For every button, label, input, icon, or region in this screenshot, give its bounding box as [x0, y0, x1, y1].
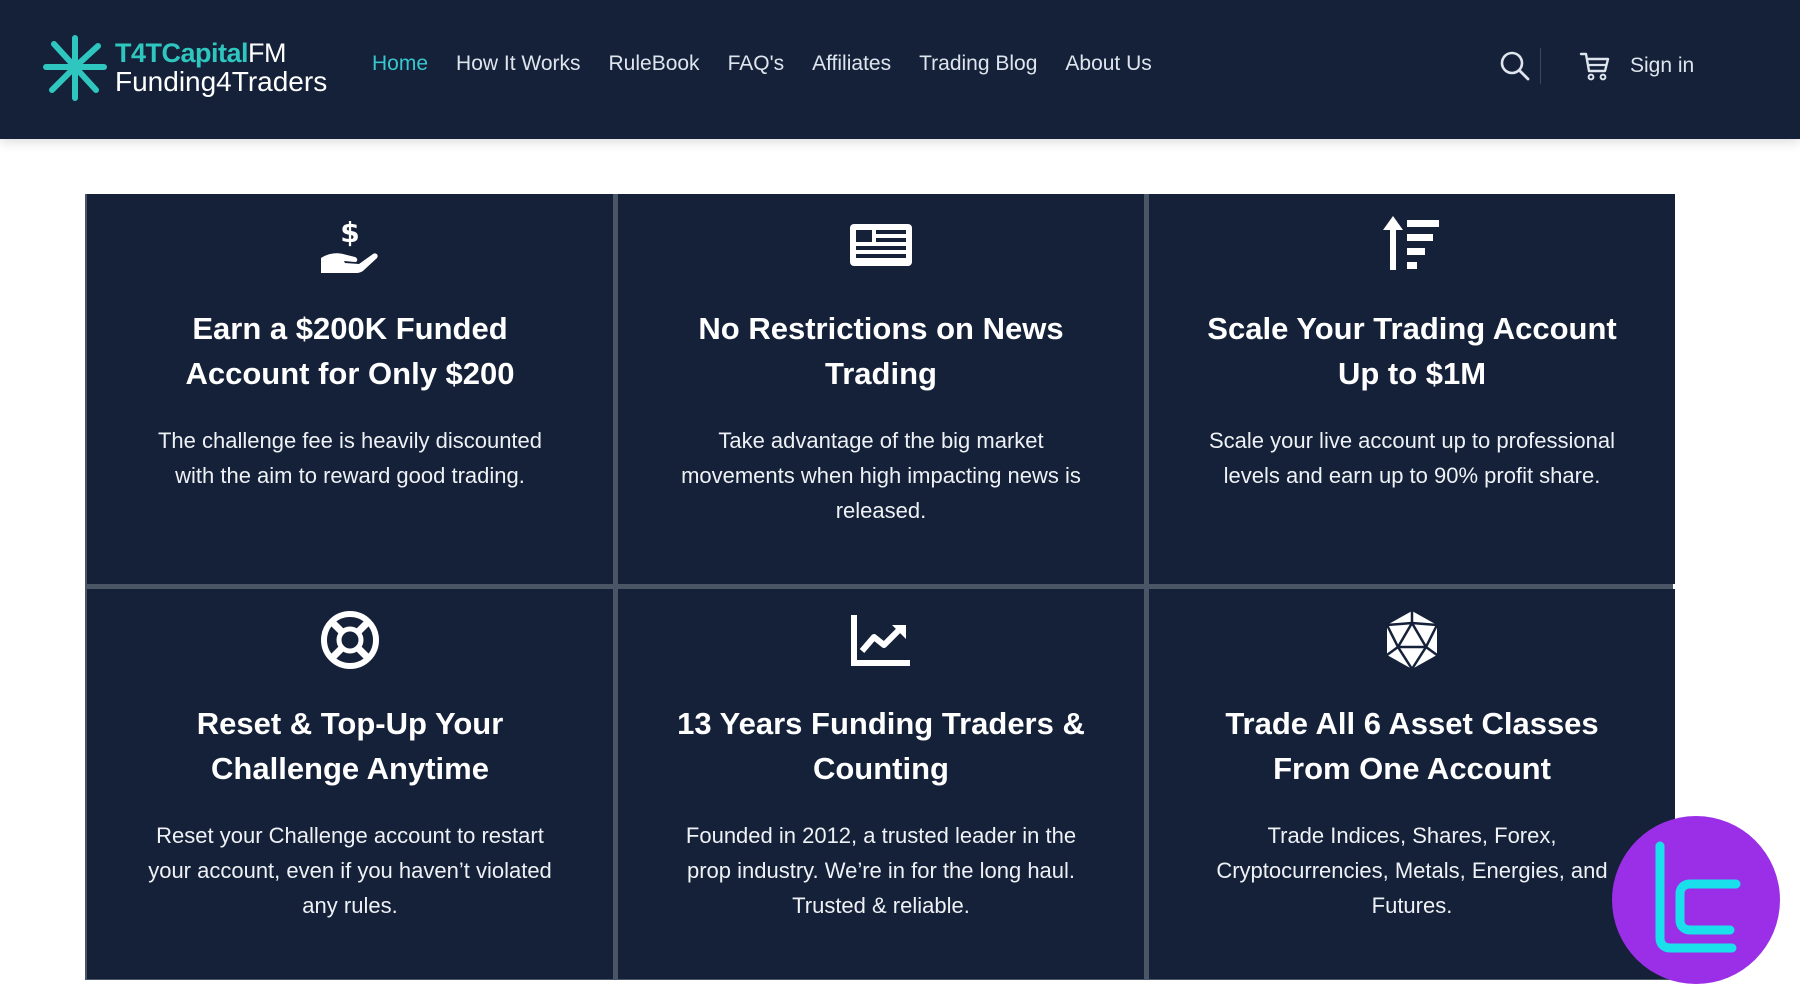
brand-name-suffix: FM	[248, 38, 287, 68]
watermark-badge	[1612, 816, 1780, 984]
feature-title: 13 Years Funding Traders & Counting	[677, 706, 1085, 786]
feature-title: Reset & Top-Up Your Challenge Anytime	[196, 706, 504, 786]
chart-line-icon	[851, 615, 910, 666]
tc-logo-icon	[1655, 841, 1741, 953]
feature-title: No Restrictions on News Trading	[698, 311, 1064, 391]
cart-icon[interactable]	[1579, 50, 1611, 82]
brand-name-main: T4TCapital	[115, 38, 249, 68]
nav-about-us[interactable]: About Us	[1065, 52, 1151, 76]
features-grid: $ Earn a $200K Funded Account for Only $…	[85, 194, 1675, 980]
dice-d20-icon	[1385, 611, 1439, 670]
newspaper-icon	[850, 224, 912, 266]
header-divider	[1540, 48, 1541, 84]
nav-faqs[interactable]: FAQ's	[728, 52, 785, 76]
sort-amount-up-icon	[1383, 216, 1439, 270]
feature-card-news-trading: No Restrictions on News Trading Take adv…	[618, 194, 1144, 584]
brand-logo[interactable]: T4TCapitalFM Funding4Traders	[40, 32, 340, 104]
svg-text:$: $	[340, 216, 359, 249]
site-header: T4TCapitalFM Funding4Traders Home How It…	[0, 0, 1800, 139]
feature-title: Trade All 6 Asset Classes From One Accou…	[1225, 706, 1599, 786]
nav-home[interactable]: Home	[372, 52, 428, 76]
feature-description: Scale your live account up to profession…	[1209, 428, 1616, 488]
nav-trading-blog[interactable]: Trading Blog	[919, 52, 1037, 76]
feature-card-reset-topup: Reset & Top-Up Your Challenge Anytime Re…	[87, 589, 613, 979]
nav-affiliates[interactable]: Affiliates	[812, 52, 891, 76]
feature-description: Take advantage of the big market movemen…	[681, 428, 1081, 523]
search-icon[interactable]	[1499, 50, 1531, 82]
feature-card-asset-classes: Trade All 6 Asset Classes From One Accou…	[1149, 589, 1675, 979]
brand-tagline: Funding4Traders	[115, 66, 328, 97]
feature-title: Earn a $200K Funded Account for Only $20…	[185, 311, 515, 391]
feature-description: Founded in 2012, a trusted leader in the…	[685, 823, 1077, 918]
feature-card-years-funding: 13 Years Funding Traders & Counting Foun…	[618, 589, 1144, 979]
feature-description: Reset your Challenge account to restart …	[148, 823, 552, 918]
nav-rulebook[interactable]: RuleBook	[609, 52, 700, 76]
feature-description: Trade Indices, Shares, Forex, Cryptocurr…	[1216, 823, 1608, 918]
feature-card-scale-account: Scale Your Trading Account Up to $1M Sca…	[1149, 194, 1675, 584]
main-nav: Home How It Works RuleBook FAQ's Affilia…	[372, 52, 1180, 76]
life-ring-icon	[321, 611, 379, 669]
feature-card-funded-account: $ Earn a $200K Funded Account for Only $…	[87, 194, 613, 584]
brand-name: T4TCapitalFM	[115, 38, 287, 69]
nav-how-it-works[interactable]: How It Works	[456, 52, 580, 76]
burst-logo-icon	[43, 35, 107, 101]
feature-description: The challenge fee is heavily discounted …	[157, 428, 543, 488]
sign-in-link[interactable]: Sign in	[1630, 54, 1694, 78]
feature-title: Scale Your Trading Account Up to $1M	[1207, 311, 1617, 391]
hand-dollar-icon: $	[321, 216, 378, 273]
